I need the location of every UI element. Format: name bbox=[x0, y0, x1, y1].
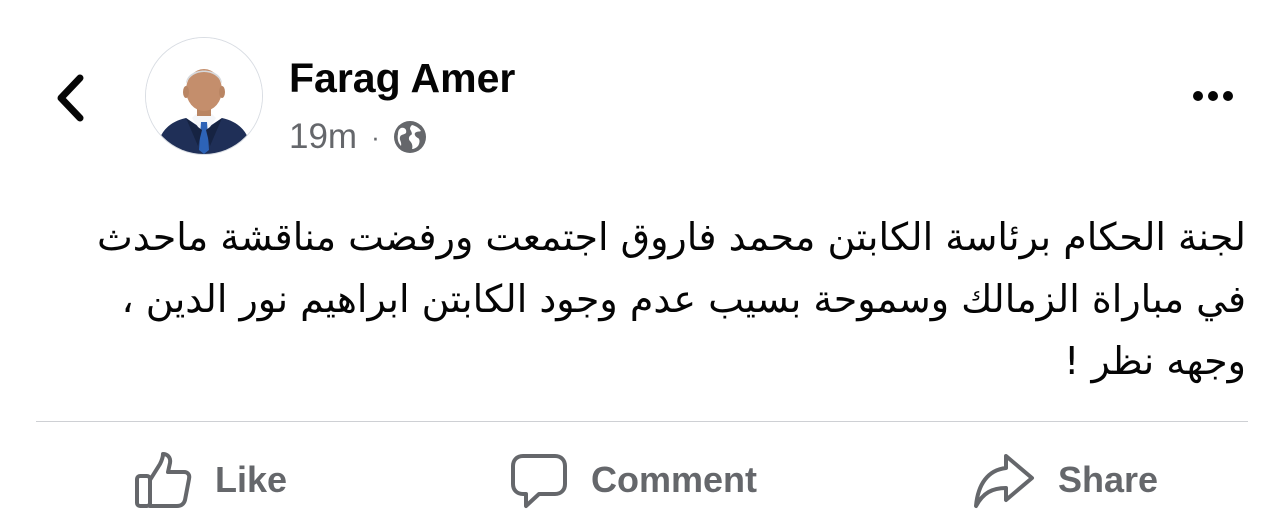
share-button[interactable]: Share bbox=[972, 445, 1158, 515]
more-options-button[interactable] bbox=[1183, 78, 1243, 114]
thumbs-up-icon bbox=[135, 452, 192, 508]
chevron-left-icon bbox=[57, 74, 84, 122]
comment-label: Comment bbox=[591, 459, 758, 500]
like-button[interactable]: Like bbox=[133, 445, 287, 515]
author-name[interactable]: Farag Amer bbox=[289, 54, 515, 102]
globe-icon bbox=[393, 121, 426, 153]
profile-photo bbox=[146, 38, 262, 154]
post-meta: 19m · bbox=[289, 116, 428, 158]
comment-icon bbox=[511, 454, 567, 508]
share-label: Share bbox=[1058, 459, 1159, 500]
more-horizontal-icon-dot bbox=[1208, 91, 1218, 101]
avatar[interactable] bbox=[145, 37, 263, 155]
more-horizontal-icon-dot bbox=[1223, 91, 1233, 101]
meta-separator: · bbox=[371, 122, 380, 152]
post-text: لجنة الحكام برئاسة الكابتن محمد فاروق اج… bbox=[97, 215, 1246, 383]
timestamp[interactable]: 19m bbox=[289, 117, 357, 157]
divider bbox=[36, 421, 1248, 422]
more-horizontal-icon bbox=[1193, 91, 1203, 101]
comment-button[interactable]: Comment bbox=[509, 445, 757, 515]
back-button[interactable] bbox=[48, 70, 92, 126]
share-arrow-icon bbox=[974, 454, 1034, 508]
like-label: Like bbox=[215, 459, 288, 500]
